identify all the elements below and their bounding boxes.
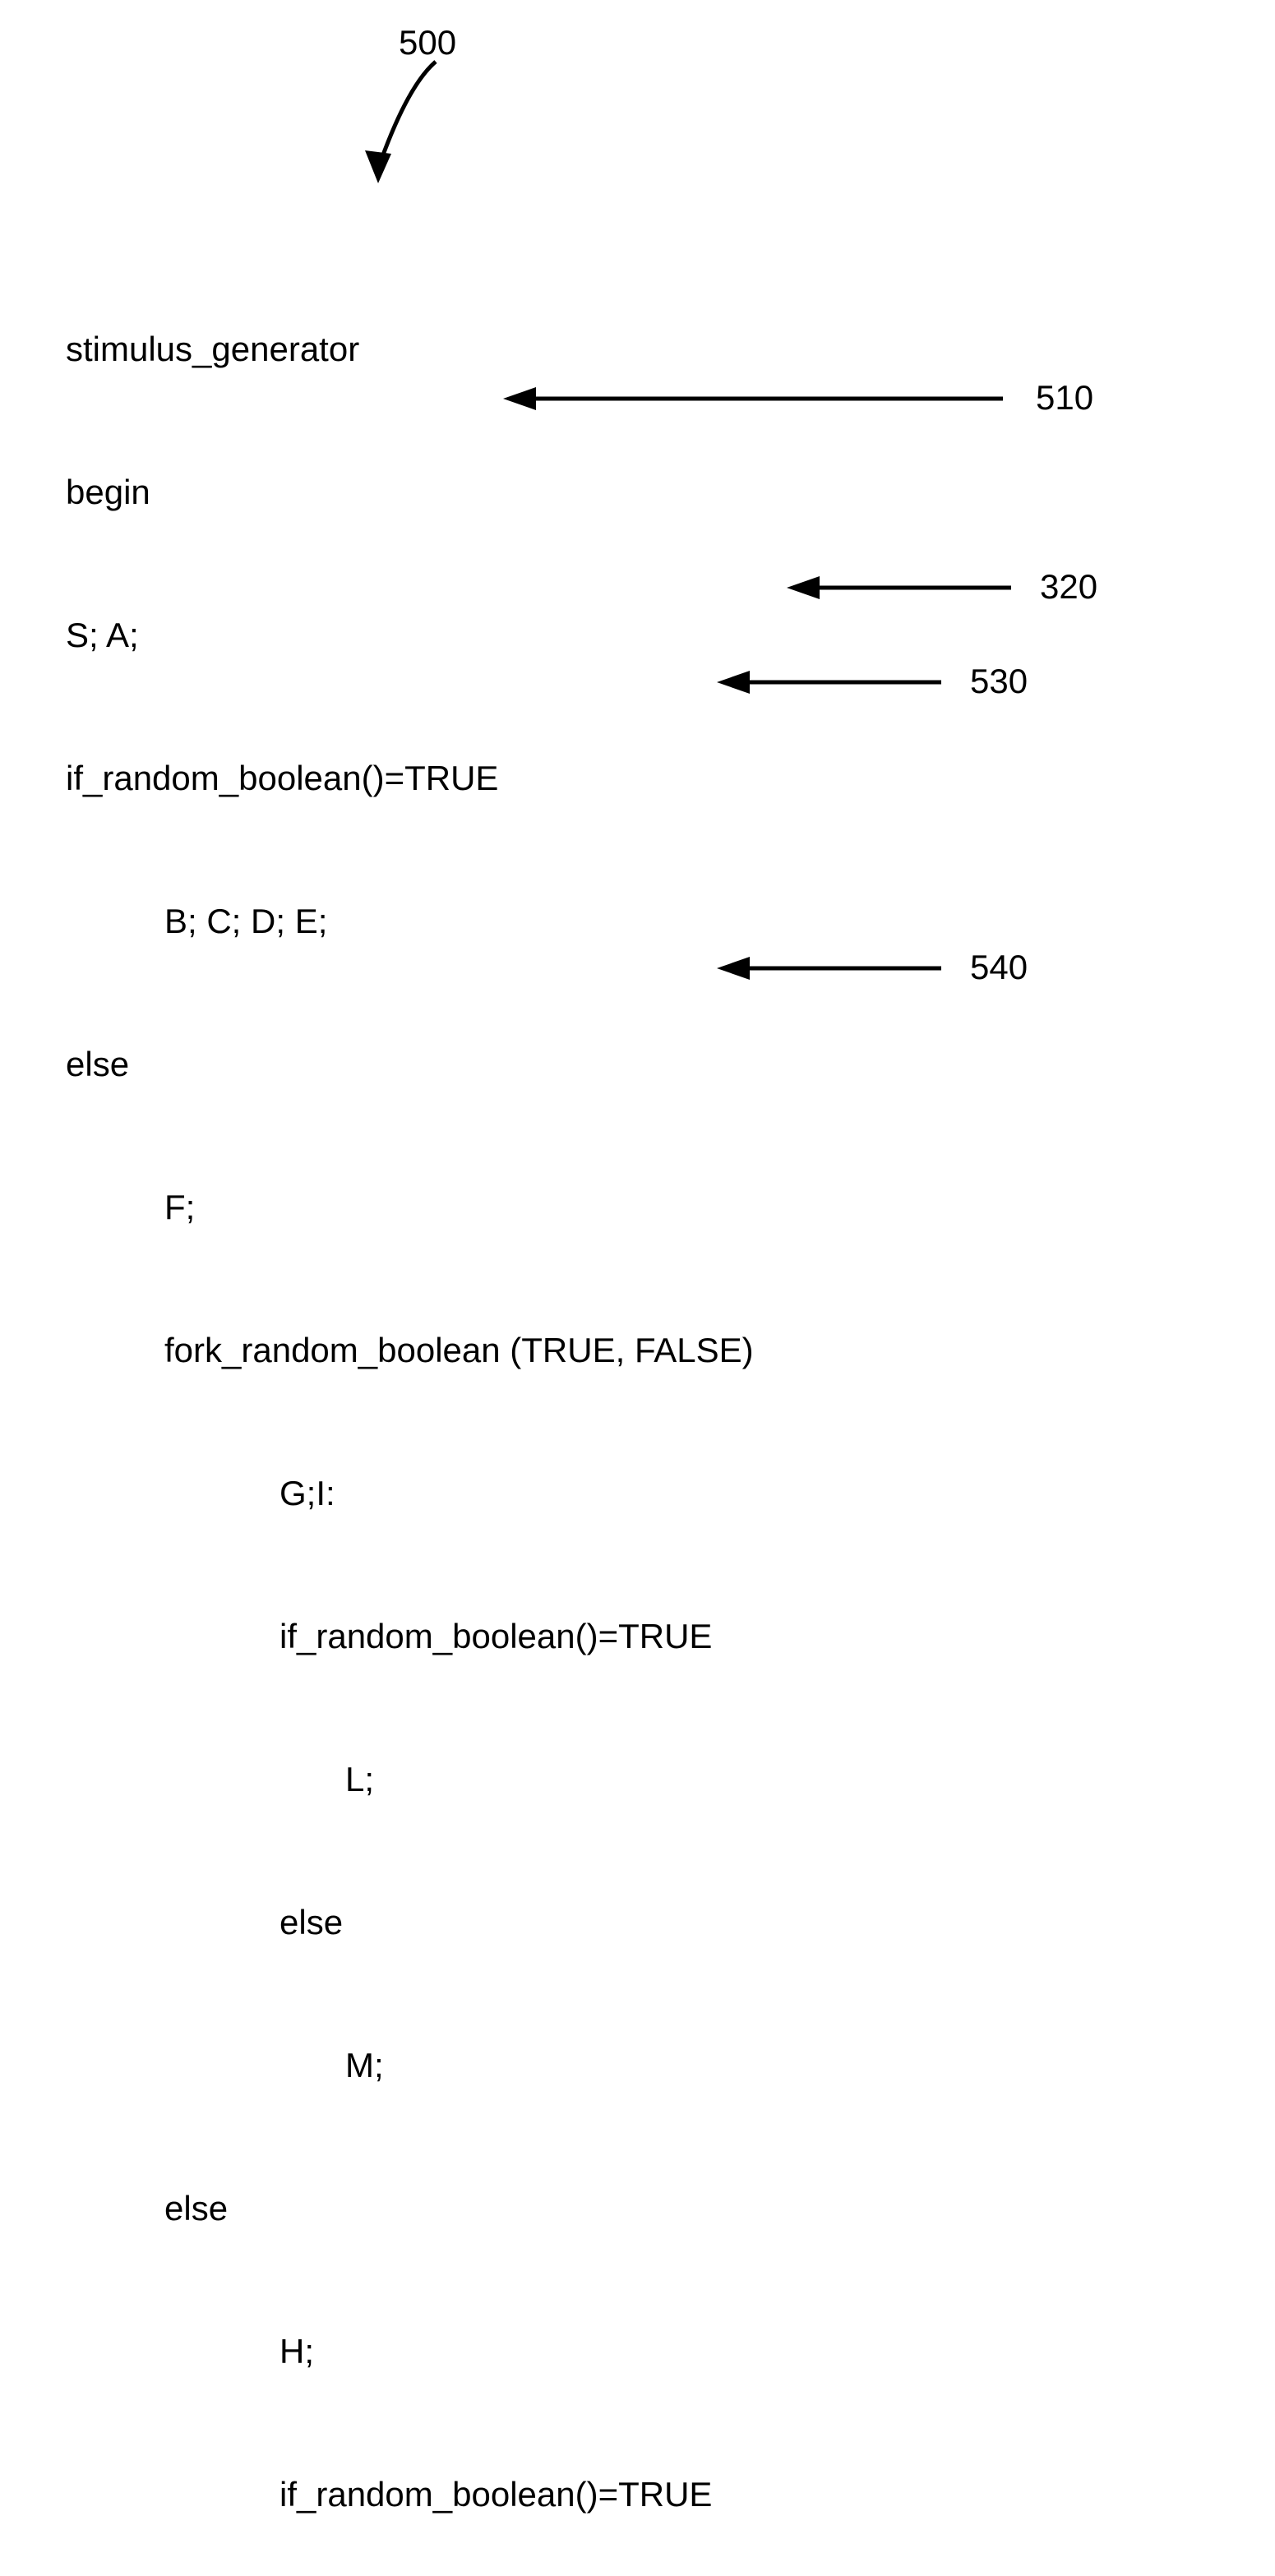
pseudocode-block: stimulus_generator begin S; A; if_random…	[66, 230, 754, 2576]
code-line-15: H;	[66, 2328, 754, 2375]
code-line-14: else	[66, 2185, 754, 2232]
arrow-530	[715, 666, 945, 699]
code-line-4: if_random_boolean()=TRUE	[66, 755, 754, 802]
reference-label-540: 540	[970, 948, 1028, 987]
arrow-510	[501, 382, 1011, 415]
arrow-320	[785, 571, 1015, 604]
code-line-12: else	[66, 1899, 754, 1946]
code-line-6: else	[66, 1041, 754, 1088]
code-line-10: if_random_boolean()=TRUE	[66, 1613, 754, 1660]
code-line-1: stimulus_generator	[66, 325, 754, 373]
code-line-3: S; A;	[66, 612, 754, 659]
reference-label-510: 510	[1036, 378, 1093, 418]
reference-label-530: 530	[970, 662, 1028, 701]
arrow-top-curved	[329, 53, 460, 201]
reference-label-320: 320	[1040, 567, 1097, 607]
code-line-5: B; C; D; E;	[66, 898, 754, 945]
code-line-8: fork_random_boolean (TRUE, FALSE)	[66, 1327, 754, 1374]
arrow-540	[715, 952, 945, 985]
code-line-11: L;	[66, 1756, 754, 1803]
code-line-2: begin	[66, 469, 754, 516]
code-line-9: G;I:	[66, 1470, 754, 1517]
code-line-16: if_random_boolean()=TRUE	[66, 2471, 754, 2518]
code-line-7: F;	[66, 1184, 754, 1231]
code-line-13: M;	[66, 2042, 754, 2089]
